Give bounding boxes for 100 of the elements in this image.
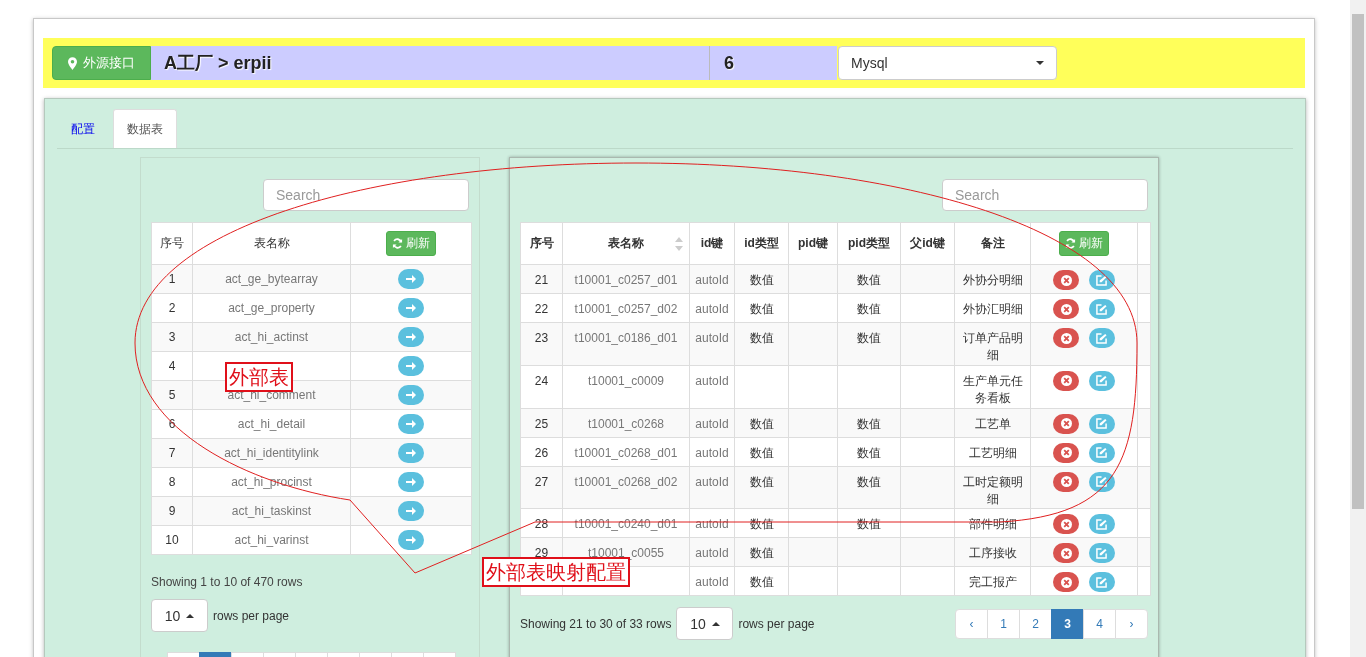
database-select[interactable]: Mysql: [838, 46, 1057, 80]
table-cell: act_ge_bytearray: [192, 264, 351, 294]
path-text: A工厂 > erpii: [151, 46, 710, 80]
arrow-button[interactable]: [398, 472, 424, 492]
arrow-button[interactable]: [398, 327, 424, 347]
table-cell: autoId: [689, 293, 735, 323]
arrow-button[interactable]: [398, 356, 424, 376]
edit-button[interactable]: [1088, 370, 1115, 391]
column-header: id类型: [734, 222, 789, 265]
close-icon: [1060, 476, 1072, 488]
page-size-label: rows per page: [213, 608, 290, 623]
table-cell: t10001_c0257_d01: [562, 264, 690, 294]
edit-button[interactable]: [1088, 514, 1115, 535]
table-cell: 数值: [734, 322, 789, 366]
table-cell: autoId: [689, 566, 735, 596]
page-size-select[interactable]: 10: [151, 599, 208, 632]
edit-button[interactable]: [1088, 328, 1115, 348]
delete-button[interactable]: [1053, 413, 1080, 434]
table-cell: 数值: [837, 466, 901, 509]
sort-icon[interactable]: [675, 237, 683, 251]
arrow-button[interactable]: [398, 501, 424, 521]
column-header: 表名称: [608, 236, 644, 250]
close-icon: [1060, 375, 1072, 387]
close-icon: [1060, 332, 1072, 344]
page-button[interactable]: 3: [1051, 608, 1084, 639]
search-field[interactable]: Search: [263, 179, 469, 211]
table-cell: 数值: [734, 264, 789, 294]
delete-button[interactable]: [1053, 270, 1080, 290]
table-cell: 数值: [734, 537, 789, 567]
page-button[interactable]: ›: [1115, 608, 1148, 639]
close-icon: [1060, 447, 1072, 459]
page-button[interactable]: 4: [1083, 608, 1116, 639]
table-cell: act_ge_property: [192, 293, 351, 323]
close-icon: [1060, 303, 1072, 315]
delete-button[interactable]: [1053, 514, 1080, 535]
map-pin-icon: [68, 56, 77, 70]
delete-button[interactable]: [1053, 299, 1080, 319]
path-field[interactable]: A工厂 > erpii 6: [151, 46, 837, 80]
delete-button[interactable]: [1053, 572, 1080, 593]
column-header: 父id键: [900, 222, 955, 265]
arrow-right-icon: [405, 302, 417, 314]
table-cell: 数值: [734, 437, 789, 467]
arrow-button[interactable]: [398, 443, 424, 463]
edit-button[interactable]: [1088, 572, 1115, 593]
table-cell: 工艺明细: [954, 437, 1031, 467]
arrow-right-icon: [405, 534, 417, 546]
edit-button[interactable]: [1088, 442, 1115, 463]
table-cell: 外协分明细: [954, 264, 1031, 294]
tab[interactable]: 配置: [57, 109, 109, 148]
edit-button[interactable]: [1088, 543, 1115, 564]
table-cell: 工艺单: [954, 408, 1031, 438]
edit-icon: [1096, 518, 1108, 530]
table-cell: t10001_c0186_d01: [562, 322, 690, 366]
search-field[interactable]: Search: [942, 179, 1148, 211]
edit-icon: [1096, 476, 1108, 488]
delete-button[interactable]: [1053, 328, 1080, 348]
table-cell: 24: [520, 365, 563, 409]
edit-button[interactable]: [1088, 270, 1115, 290]
table-cell: autoId: [689, 466, 735, 509]
arrow-button[interactable]: [398, 385, 424, 405]
column-header: pid键: [788, 222, 838, 265]
table-cell: 4: [151, 351, 193, 381]
table-cell: t10001_c0009: [562, 365, 690, 409]
delete-button[interactable]: [1053, 471, 1080, 492]
edit-button[interactable]: [1088, 299, 1115, 319]
edit-button[interactable]: [1088, 413, 1115, 434]
page-button[interactable]: ‹: [955, 608, 988, 639]
table-cell: 5: [151, 380, 193, 410]
table-cell: 2: [151, 293, 193, 323]
table-cell: act_hi_detail: [192, 409, 351, 439]
page-size-select[interactable]: 10: [676, 607, 734, 641]
arrow-right-icon: [405, 418, 417, 430]
caret-up-icon: [711, 621, 720, 626]
table-cell: 27: [520, 466, 563, 509]
caret-icon: [1036, 61, 1044, 65]
table-cell: 7: [151, 438, 193, 468]
arrow-right-icon: [405, 505, 417, 517]
page-button[interactable]: 2: [1019, 608, 1052, 639]
close-icon: [1060, 274, 1072, 286]
table-cell: 数值: [734, 293, 789, 323]
table-cell: 21: [520, 264, 563, 294]
page-button[interactable]: 1: [987, 608, 1020, 639]
delete-button[interactable]: [1053, 370, 1080, 391]
caret-up-icon: [186, 613, 195, 618]
table-cell: autoId: [689, 322, 735, 366]
delete-button[interactable]: [1053, 442, 1080, 463]
table-cell: 完工报产: [954, 566, 1031, 596]
table-cell: 10: [151, 525, 193, 555]
arrow-button[interactable]: [398, 530, 424, 550]
tab[interactable]: 数据表: [113, 109, 177, 148]
arrow-right-icon: [405, 273, 417, 285]
edit-button[interactable]: [1088, 471, 1115, 492]
table-cell: t10001_c0268: [562, 408, 690, 438]
scrollbar-drawing[interactable]: [1350, 0, 1366, 657]
arrow-button[interactable]: [398, 414, 424, 434]
edit-icon: [1096, 375, 1108, 387]
delete-button[interactable]: [1053, 543, 1080, 564]
arrow-button[interactable]: [398, 269, 424, 289]
arrow-button[interactable]: [398, 298, 424, 318]
count-text: 6: [723, 52, 734, 74]
